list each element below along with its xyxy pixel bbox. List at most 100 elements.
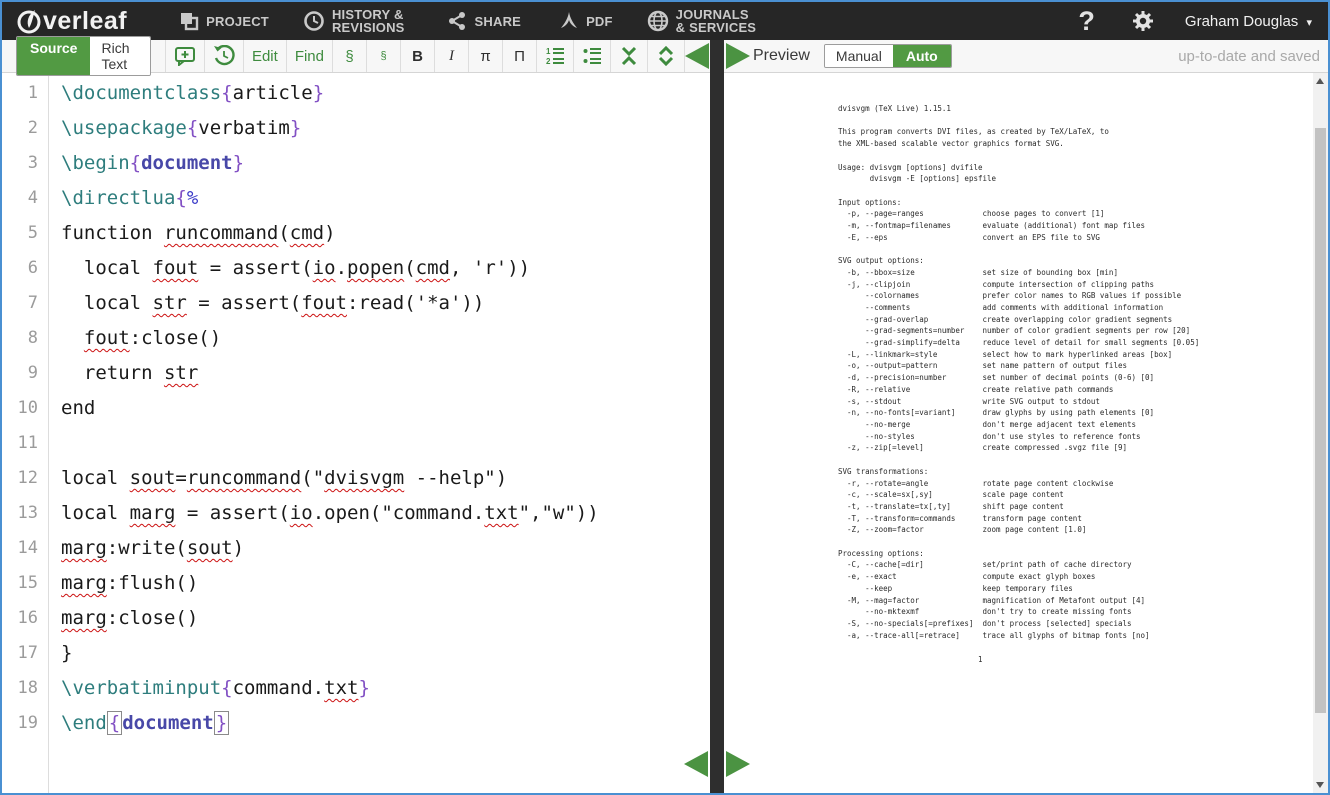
history-clock-icon (303, 10, 332, 32)
nav-pdf[interactable]: PDF (559, 11, 613, 31)
source-editor[interactable]: 12345678910111213141516171819 \documentc… (2, 73, 710, 793)
chevron-down-icon: ▾ (1306, 17, 1312, 29)
code-line[interactable]: local sout=runcommand("dvisvgm --help") (61, 461, 710, 496)
code-line[interactable]: marg:write(sout) (61, 531, 710, 566)
editor-pane: Source Rich Text Edit Find (2, 40, 710, 793)
add-comment-button[interactable] (165, 40, 204, 72)
collapse-editor-arrow[interactable] (685, 43, 709, 69)
tab-source[interactable]: Source (17, 37, 90, 75)
manual-compile-button[interactable]: Manual (825, 45, 893, 67)
code-line[interactable]: } (61, 636, 710, 671)
line-number: 6 (2, 251, 38, 286)
settings-gear-icon[interactable] (1131, 9, 1155, 33)
inline-math-button[interactable]: π (468, 40, 502, 72)
code-lines[interactable]: \documentclass{article}\usepackage{verba… (49, 76, 710, 793)
subsection-button[interactable]: § (366, 40, 400, 72)
line-number: 17 (2, 636, 38, 671)
pdf-page-number: 1 (724, 655, 1328, 664)
italic-button[interactable]: I (434, 40, 468, 72)
pdf-icon (559, 11, 586, 31)
overleaf-logo[interactable]: verleaf (16, 7, 127, 36)
main-area: Source Rich Text Edit Find (2, 40, 1328, 793)
preview-pane: Preview Manual Auto up-to-date and saved… (724, 40, 1328, 793)
nav-project[interactable]: PROJECT (179, 11, 269, 31)
nav-journals-services[interactable]: JOURNALS & SERVICES (647, 8, 757, 34)
line-number: 19 (2, 706, 38, 741)
line-number: 9 (2, 356, 38, 391)
code-line[interactable]: \verbatiminput{command.txt} (61, 671, 710, 706)
code-line[interactable]: \usepackage{verbatim} (61, 111, 710, 146)
edit-menu-button[interactable]: Edit (243, 40, 286, 72)
bold-button[interactable]: B (400, 40, 434, 72)
scrollbar-thumb[interactable] (1315, 128, 1326, 713)
line-number: 2 (2, 111, 38, 146)
help-button[interactable]: ? (1078, 6, 1095, 37)
line-number: 3 (2, 146, 38, 181)
nav-history-label-2: REVISIONS (332, 20, 405, 35)
compile-mode-toggle: Manual Auto (824, 44, 952, 68)
line-number: 13 (2, 496, 38, 531)
line-number: 14 (2, 531, 38, 566)
nav-history-revisions[interactable]: HISTORY & REVISIONS (303, 8, 405, 34)
editor-toolbar-buttons: Edit Find § § B I π Π 12 (165, 40, 685, 72)
section-button[interactable]: § (332, 40, 366, 72)
project-copy-icon (179, 11, 206, 31)
code-line[interactable] (61, 426, 710, 461)
editor-toolbar: Source Rich Text Edit Find (2, 40, 710, 73)
code-line[interactable]: \begin{document} (61, 146, 710, 181)
numbered-list-button[interactable]: 12 (536, 40, 573, 72)
line-number: 12 (2, 461, 38, 496)
code-line[interactable]: marg:close() (61, 601, 710, 636)
preview-label: Preview (753, 47, 810, 65)
nav-journals-label-2: & SERVICES (676, 20, 757, 35)
preview-toolbar: Preview Manual Auto up-to-date and saved (724, 40, 1328, 73)
code-line[interactable]: \documentclass{article} (61, 76, 710, 111)
nav-share[interactable]: SHARE (447, 11, 522, 31)
expand-preview-arrow-bottom[interactable] (726, 751, 750, 777)
mode-toggle: Source Rich Text (16, 36, 151, 76)
auto-compile-button[interactable]: Auto (893, 45, 951, 67)
pdf-text: dvisvgm (TeX Live) 1.15.1 This program c… (724, 73, 1328, 641)
pane-divider[interactable] (710, 40, 724, 793)
pdf-scrollbar[interactable] (1313, 73, 1328, 793)
code-line[interactable]: \end{document} (61, 706, 710, 741)
user-name: Graham Douglas (1185, 13, 1298, 30)
code-line[interactable]: end (61, 391, 710, 426)
collapse-button[interactable] (610, 40, 647, 72)
comment-plus-icon (174, 46, 196, 66)
code-line[interactable]: local marg = assert(io.open("command.txt… (61, 496, 710, 531)
svg-text:2: 2 (546, 57, 551, 66)
find-button[interactable]: Find (286, 40, 332, 72)
bullet-list-icon (582, 46, 602, 66)
share-icon (447, 11, 475, 31)
code-line[interactable]: function runcommand(cmd) (61, 216, 710, 251)
code-line[interactable]: fout:close() (61, 321, 710, 356)
expand-chevrons-icon (656, 46, 676, 66)
save-status: up-to-date and saved (1178, 48, 1320, 65)
collapse-editor-arrow-bottom[interactable] (684, 751, 708, 777)
overleaf-window: verleaf PROJECT HISTORY & REVISIONS SHAR… (0, 0, 1330, 795)
code-line[interactable]: local fout = assert(io.popen(cmd, 'r')) (61, 251, 710, 286)
overleaf-leaf-icon (16, 8, 43, 34)
pdf-viewer[interactable]: dvisvgm (TeX Live) 1.15.1 This program c… (724, 73, 1328, 793)
expand-preview-arrow[interactable] (726, 43, 750, 69)
expand-button[interactable] (647, 40, 685, 72)
scroll-up-icon[interactable] (1316, 78, 1324, 84)
line-number: 11 (2, 426, 38, 461)
line-number: 4 (2, 181, 38, 216)
undo-history-button[interactable] (204, 40, 243, 72)
bullet-list-button[interactable] (573, 40, 610, 72)
topbar: verleaf PROJECT HISTORY & REVISIONS SHAR… (2, 2, 1328, 40)
collapse-chevrons-icon (619, 46, 639, 66)
gutter: 12345678910111213141516171819 (2, 76, 49, 793)
line-number: 1 (2, 76, 38, 111)
user-menu[interactable]: Graham Douglas ▾ (1185, 13, 1312, 30)
code-line[interactable]: \directlua{% (61, 181, 710, 216)
code-line[interactable]: return str (61, 356, 710, 391)
code-line[interactable]: local str = assert(fout:read('*a')) (61, 286, 710, 321)
scroll-down-icon[interactable] (1316, 782, 1324, 788)
tab-rich-text[interactable]: Rich Text (90, 37, 149, 75)
svg-text:1: 1 (546, 47, 551, 56)
code-line[interactable]: marg:flush() (61, 566, 710, 601)
display-math-button[interactable]: Π (502, 40, 536, 72)
